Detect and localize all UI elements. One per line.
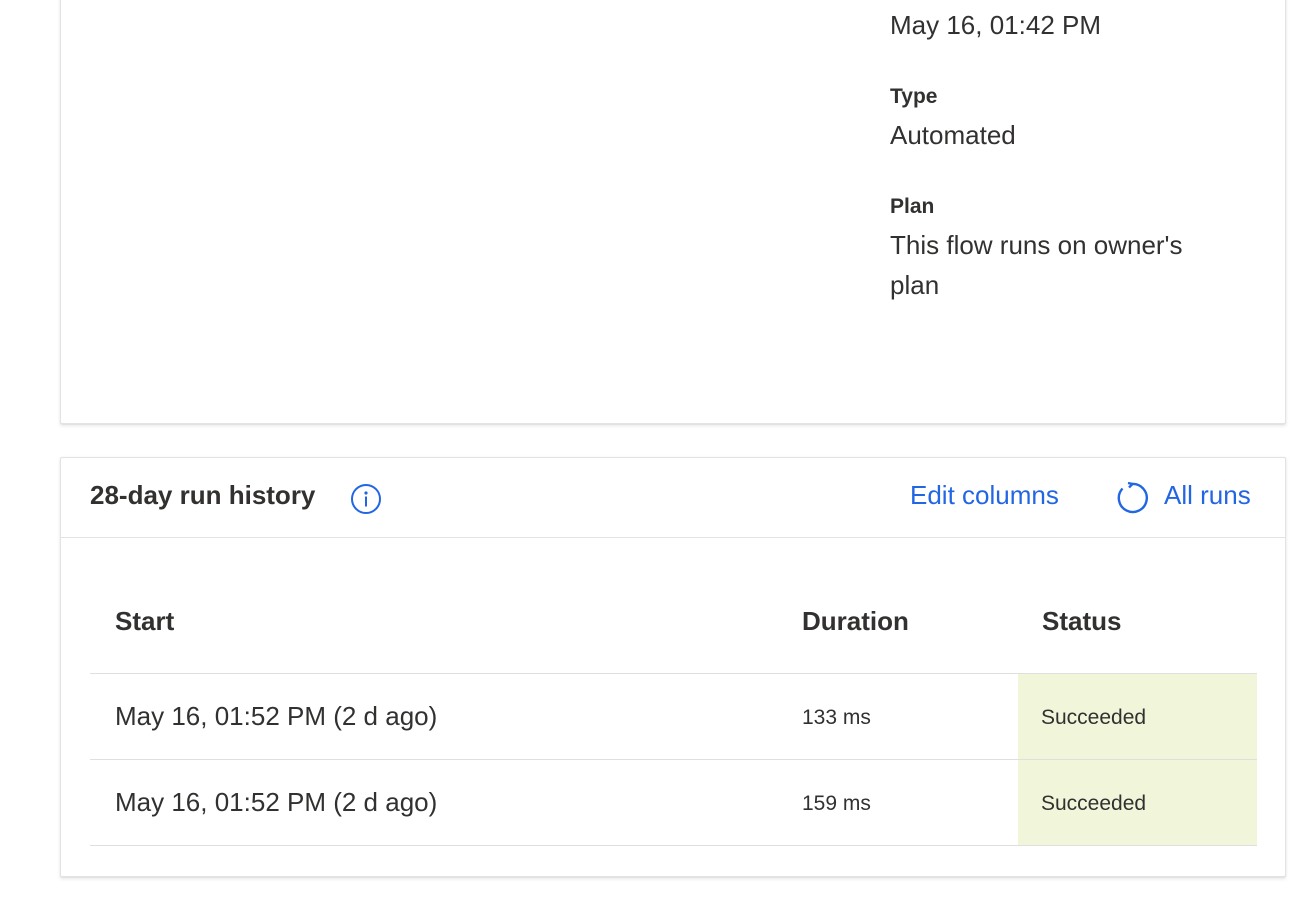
status-badge: Succeeded (1041, 792, 1147, 815)
table-row[interactable]: May 16, 01:52 PM (2 d ago) 133 ms Succee… (90, 674, 1257, 760)
run-history-header: 28-day run history Edit columns All runs (61, 458, 1285, 538)
table-header: Start Duration Status (90, 538, 1257, 674)
plan-value-line2: plan (890, 270, 940, 300)
info-icon[interactable] (350, 483, 382, 515)
run-duration-cell: 159 ms (802, 792, 871, 815)
column-header-status[interactable]: Status (1042, 606, 1121, 637)
column-header-start[interactable]: Start (115, 606, 174, 637)
modified-value: May 16, 01:42 PM (890, 10, 1101, 40)
run-start-cell[interactable]: May 16, 01:52 PM (2 d ago) (115, 701, 437, 732)
run-status-cell: Succeeded (1018, 674, 1257, 759)
type-label: Type (890, 85, 938, 108)
run-history-table: Start Duration Status May 16, 01:52 PM (… (90, 538, 1257, 846)
run-history-card: 28-day run history Edit columns All runs… (60, 457, 1286, 877)
plan-label: Plan (890, 195, 935, 218)
edit-columns-link[interactable]: Edit columns (910, 480, 1059, 511)
run-start-cell[interactable]: May 16, 01:52 PM (2 d ago) (115, 787, 437, 818)
run-duration-cell: 133 ms (802, 706, 871, 729)
column-header-duration[interactable]: Duration (802, 606, 909, 637)
flow-details-card: May 16, 01:42 PM Type Automated Plan Thi… (60, 0, 1286, 424)
table-row[interactable]: May 16, 01:52 PM (2 d ago) 159 ms Succee… (90, 760, 1257, 846)
all-runs-link[interactable]: All runs (1164, 480, 1251, 511)
type-value: Automated (890, 120, 1016, 150)
run-status-cell: Succeeded (1018, 760, 1257, 845)
refresh-icon[interactable] (1114, 480, 1150, 516)
plan-value-line1: This flow runs on owner's (890, 230, 1183, 260)
run-history-title: 28-day run history (90, 480, 316, 510)
status-badge: Succeeded (1041, 706, 1147, 729)
